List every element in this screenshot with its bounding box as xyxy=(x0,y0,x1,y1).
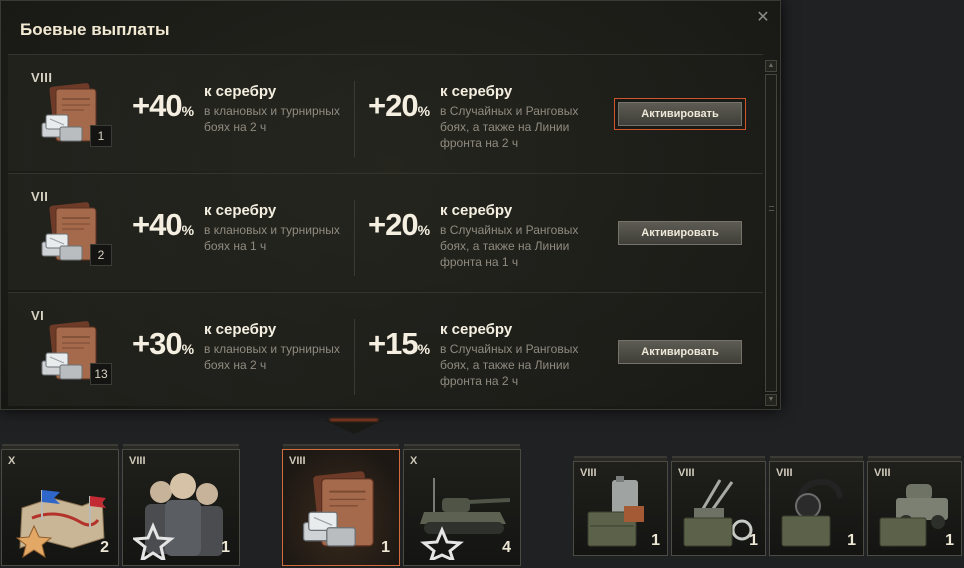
bonus-heading: к серебру xyxy=(204,83,277,100)
activate-button[interactable]: Активировать xyxy=(618,340,742,364)
field-radio-icon xyxy=(781,478,843,547)
clan-bonus: +30% к серебру в клановых и турнирных бо… xyxy=(132,321,352,391)
battle-map-icon xyxy=(15,490,106,558)
armored-car-icon xyxy=(879,484,948,547)
scroll-up-icon[interactable]: ▲ xyxy=(765,60,777,72)
divider xyxy=(354,81,355,157)
bonus-description: в клановых и турнирных боях на 2 ч xyxy=(204,104,340,134)
divider xyxy=(354,319,355,395)
reward-card-battle-payments[interactable]: VIII 1 xyxy=(282,449,400,566)
item-count: 1 xyxy=(90,125,112,147)
card-tier: X xyxy=(8,455,16,467)
reward-card-fuel[interactable]: VIII 1 xyxy=(573,461,668,556)
scroll-grip-icon[interactable] xyxy=(769,206,774,211)
reward-card-armored-car[interactable]: VIII 1 xyxy=(867,461,962,556)
payments-list: VIII 1 +40% к серебру в клановых и турни… xyxy=(1,54,763,406)
bonus-value: +15% xyxy=(368,326,431,361)
bonus-value: +20% xyxy=(368,207,431,242)
bonus-description: в Случайных и Ранговых боях, а также на … xyxy=(440,223,579,269)
soldiers-icon xyxy=(133,473,223,560)
random-bonus: +15% к серебру в Случайных и Ранговых бо… xyxy=(368,321,596,391)
payment-row: VIII 1 +40% к серебру в клановых и турни… xyxy=(8,54,763,171)
card-count: 1 xyxy=(945,532,954,549)
bonus-value: +20% xyxy=(368,88,431,123)
card-count: 4 xyxy=(502,539,511,556)
anti-aircraft-gun-icon xyxy=(683,479,753,547)
battle-payments-book-icon xyxy=(302,469,375,547)
bonus-heading: к серебру xyxy=(204,321,277,338)
popup-pointer xyxy=(324,420,384,434)
divider xyxy=(354,200,355,276)
fuel-canister-icon xyxy=(587,476,644,547)
scroll-track[interactable] xyxy=(765,74,777,392)
card-count: 1 xyxy=(651,532,660,549)
reward-card-crew[interactable]: VIII 1 xyxy=(122,449,240,566)
random-bonus: +20% к серебру в Случайных и Ранговых бо… xyxy=(368,202,596,272)
payment-row: VI 13 +30% к серебру в клановых и турнир… xyxy=(8,292,763,406)
bonus-description: в Случайных и Ранговых боях, а также на … xyxy=(440,104,579,150)
card-count: 2 xyxy=(100,539,109,556)
activate-button[interactable]: Активировать xyxy=(618,221,742,245)
card-tier: VIII xyxy=(289,455,306,467)
bonus-heading: к серебру xyxy=(204,202,277,219)
bonus-value: +40% xyxy=(132,88,195,123)
item-count: 13 xyxy=(90,363,112,385)
bonus-value: +30% xyxy=(132,326,195,361)
scroll-down-icon[interactable]: ▼ xyxy=(765,394,777,406)
tank-icon xyxy=(420,478,511,560)
scrollbar[interactable]: ▲ ▼ xyxy=(765,60,777,406)
reward-card-aa-gun[interactable]: VIII 1 xyxy=(671,461,766,556)
popup-pointer-glow xyxy=(330,419,378,421)
card-count: 1 xyxy=(847,532,856,549)
bonus-description: в Случайных и Ранговых боях, а также на … xyxy=(440,342,579,388)
item-count: 2 xyxy=(90,244,112,266)
clan-bonus: +40% к серебру в клановых и турнирных бо… xyxy=(132,202,352,272)
battle-payments-popup: Боевые выплаты ✕ VIII 1 +40% к серебру в… xyxy=(0,0,781,410)
bonus-value: +40% xyxy=(132,207,195,242)
card-count: 1 xyxy=(381,539,390,556)
random-bonus: +20% к серебру в Случайных и Ранговых бо… xyxy=(368,83,596,153)
reward-card-tank[interactable]: X 4 xyxy=(403,449,521,566)
bonus-description: в клановых и турнирных боях на 2 ч xyxy=(204,342,340,372)
activate-button[interactable]: Активировать xyxy=(618,102,742,126)
bonus-heading: к серебру xyxy=(440,321,513,338)
clan-bonus: +40% к серебру в клановых и турнирных бо… xyxy=(132,83,352,153)
bonus-description: в клановых и турнирных боях на 1 ч xyxy=(204,223,340,253)
popup-title: Боевые выплаты xyxy=(20,20,170,39)
reward-card-map[interactable]: X 2 xyxy=(1,449,119,566)
bonus-heading: к серебру xyxy=(440,202,513,219)
payment-row: VII 2 +40% к серебру в клановых и турнир… xyxy=(8,173,763,290)
bonus-heading: к серебру xyxy=(440,83,513,100)
reward-card-radio[interactable]: VIII 1 xyxy=(769,461,864,556)
card-count: 1 xyxy=(749,532,758,549)
card-count: 1 xyxy=(221,539,230,556)
close-icon[interactable]: ✕ xyxy=(755,10,771,26)
